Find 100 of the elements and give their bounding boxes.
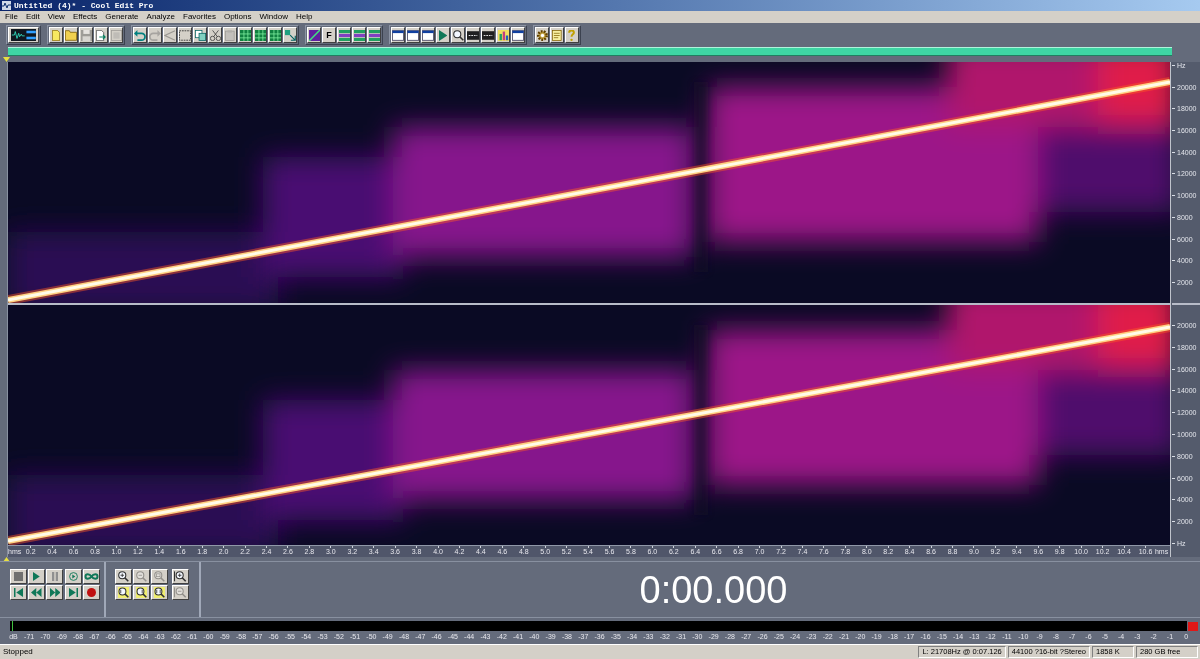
toolbar-button[interactable] [436,27,450,43]
app-icon [2,1,11,10]
play-icon [33,572,41,581]
zoom-right-icon [136,587,147,598]
notepad-icon [552,29,562,41]
grid-icon [254,29,266,41]
table-icon [482,29,494,41]
window-title: Untitled (4)* - Cool Edit Pro [14,1,154,10]
transport-button[interactable] [10,569,27,584]
menu-item[interactable]: Generate [105,13,139,21]
frame-icon [110,29,122,41]
toolbar-button[interactable] [565,27,579,43]
zoom-button[interactable] [115,569,132,584]
fast-forward-icon [49,588,61,597]
transport-button[interactable] [46,585,64,600]
toolbar-button[interactable] [94,27,108,43]
toolbar-button[interactable] [391,27,405,43]
toolbar-button[interactable] [238,27,252,43]
stacked-bars-icon [353,29,365,41]
toolbar-button[interactable] [481,27,495,43]
infinity-icon [83,572,99,581]
menu-item[interactable]: File [5,13,18,21]
skip-end-icon [68,588,78,597]
toolbar-button[interactable] [283,27,297,43]
page-arrow-icon [95,29,107,41]
toolbar-button[interactable] [550,27,564,43]
transport-button[interactable] [82,585,100,600]
toolbar-button[interactable] [535,27,549,43]
zoom-button[interactable] [151,585,168,600]
toolbar-button[interactable] [511,27,525,43]
rewind-icon [31,588,42,597]
toolbar-button[interactable] [352,27,366,43]
window-icon [422,29,434,41]
transport-button[interactable] [28,569,46,584]
zoom-selection-icon [154,587,165,598]
transport-button[interactable] [82,569,100,584]
transport-button[interactable] [64,585,82,600]
menu-item[interactable]: Options [223,13,252,21]
page-icon [51,29,61,41]
toolbar-button[interactable] [208,27,222,43]
toolbar-button[interactable]: F [322,27,336,43]
toolbar-button[interactable] [133,27,147,43]
menu-item[interactable]: Analyze [146,13,176,21]
start-marker-icon [3,557,10,562]
overview-bar[interactable] [8,47,1172,56]
branch-icon [164,29,176,41]
toolbar-button[interactable] [337,27,351,43]
menu-item[interactable]: Effects [72,13,98,21]
toolbar-button[interactable] [466,27,480,43]
peak-marker-icon [12,621,13,631]
stop-icon [14,572,23,581]
help-icon [568,29,576,41]
stacked-bars-icon [338,29,350,41]
search-icon [452,29,464,41]
record-icon [86,588,96,597]
time-display: 0:00.000 [639,570,788,609]
zoom-left-icon [118,587,129,598]
toolbar-button[interactable] [307,27,321,43]
menu-item[interactable]: Help [295,13,313,21]
redo-arrow-icon [149,29,161,41]
toolbar-button[interactable] [367,27,381,43]
arrows-icon [284,29,296,41]
toolbar-button[interactable] [49,27,63,43]
toolbar-button[interactable] [178,27,192,43]
status-text: Stopped [3,648,33,656]
toolbar-button[interactable] [253,27,267,43]
grid-icon [239,29,251,41]
transport-button[interactable] [46,569,64,584]
toolbar-button[interactable] [268,27,282,43]
play-icon [438,29,448,41]
table-icon [467,29,479,41]
toolbar-button[interactable] [406,27,420,43]
start-marker-icon [3,57,10,62]
skip-start-icon [14,588,23,597]
scissors-icon [209,29,221,41]
menu-item[interactable]: View [47,13,65,21]
menu-item[interactable]: Window [259,13,288,21]
zoom-full-icon [154,571,165,582]
zoom-button[interactable] [133,585,150,600]
pause-icon [51,572,58,581]
transport-button[interactable] [64,569,82,584]
folder-icon [65,29,77,41]
transport-button[interactable] [10,585,27,600]
gear-icon [536,29,548,41]
zoom-in-vertical-icon [174,571,187,582]
transport-button[interactable] [28,585,46,600]
toolbar-button[interactable] [496,27,510,43]
toolbar-button[interactable] [451,27,465,43]
window-icon [512,29,524,41]
zoom-out-vertical-icon [174,587,187,598]
toolbar-button[interactable] [421,27,435,43]
toolbar-button[interactable] [193,27,207,43]
zoom-out-icon [136,571,147,582]
zoom-button[interactable] [115,585,132,600]
diagonal-icon [308,29,320,41]
menu-item[interactable]: Edit [25,13,40,21]
toolbar-button[interactable] [64,27,78,43]
zoom-in-icon [118,571,129,582]
zoom-button[interactable] [172,569,189,584]
menu-item[interactable]: Favorites [183,13,216,21]
